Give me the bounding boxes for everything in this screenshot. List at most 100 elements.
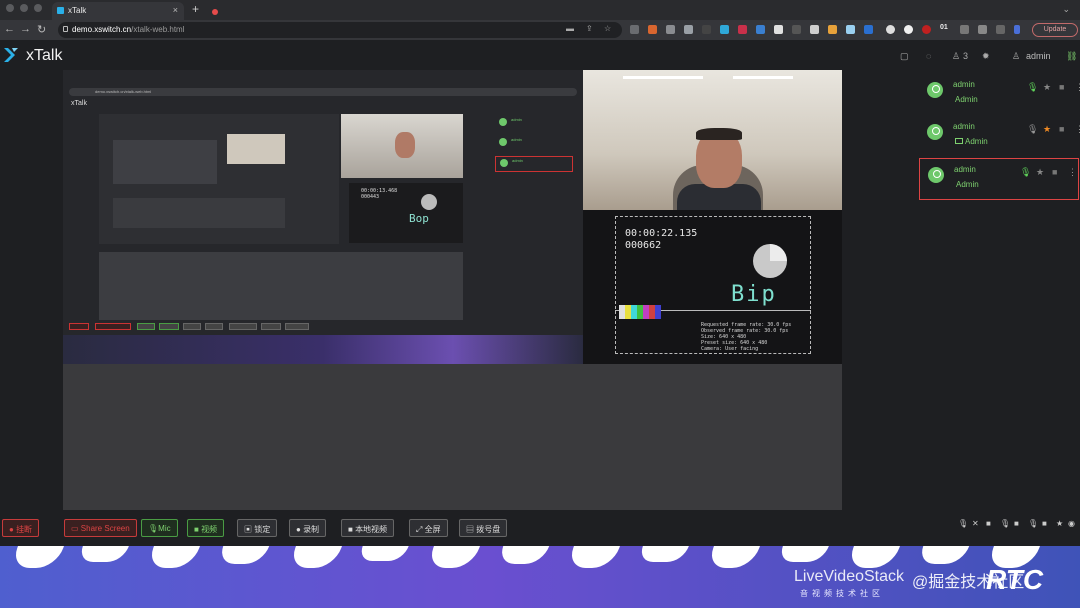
layout-icon[interactable]: ▢: [900, 51, 909, 62]
screenshot-icon[interactable]: ◉: [1068, 519, 1075, 528]
star-icon[interactable]: ★: [1036, 167, 1044, 178]
link-icon[interactable]: ⛓: [1066, 51, 1077, 62]
extension-icon[interactable]: [774, 25, 783, 34]
url-host: demo.xswitch.cn: [72, 25, 132, 34]
mic-icon[interactable]: 🎙︎: [1020, 167, 1031, 178]
video-off-icon[interactable]: ■: [1014, 519, 1019, 528]
extension-icon[interactable]: [960, 25, 969, 34]
mic-button[interactable]: 🎙︎Mic: [141, 519, 178, 537]
lock-button[interactable]: ▣ 锁定: [237, 519, 278, 537]
more-menu-icon[interactable]: ⋮: [1075, 124, 1080, 135]
share-icon[interactable]: ⇪: [586, 24, 593, 33]
profile-icon[interactable]: [1014, 25, 1020, 34]
video-stage: demo.xswitch.cn/xtalk-web.html xTalk 00:…: [63, 70, 842, 510]
fullscreen-button[interactable]: ⤢ 全屏: [409, 519, 448, 537]
chat-icon[interactable]: ◌: [926, 51, 931, 61]
star-icon[interactable]: ★: [1056, 519, 1063, 528]
browser-tab-bar: xTalk × + ⌄: [0, 0, 1080, 20]
banner-drip: [77, 546, 129, 562]
extension-icon[interactable]: [792, 25, 801, 34]
nested-logo: xTalk: [71, 100, 87, 107]
tab-list-chevron-icon[interactable]: ⌄: [1062, 4, 1070, 15]
banner-drip: [637, 546, 689, 562]
nested-face: [395, 132, 415, 158]
settings-icon[interactable]: ✹: [982, 51, 990, 62]
banner-drip: [777, 546, 829, 562]
extension-icon[interactable]: [630, 25, 639, 34]
mic-icon[interactable]: 🎙︎: [1028, 519, 1038, 528]
extension-icon[interactable]: [922, 25, 931, 34]
lock-icon: ▣: [244, 525, 255, 534]
sidebar-icon[interactable]: [996, 25, 1005, 34]
extension-icon[interactable]: [864, 25, 873, 34]
record-button[interactable]: ● 录制: [289, 519, 327, 537]
extension-icon[interactable]: [756, 25, 765, 34]
banner-drip: [496, 546, 550, 564]
recording-indicator-icon: [212, 9, 218, 15]
extension-icon[interactable]: [810, 25, 819, 34]
mic-muted-icon[interactable]: ✕: [972, 519, 979, 528]
browser-tab[interactable]: xTalk ×: [52, 2, 218, 20]
video-camera-icon[interactable]: ■: [1059, 82, 1064, 92]
brand-subtitle: 音视频技术社区: [800, 589, 884, 598]
participant-card[interactable]: admin Admin 🎙︎ ★ ■ ⋮: [919, 74, 1080, 116]
test-card-video[interactable]: 00:00:22.135 000662 Bip Requested frame …: [583, 210, 842, 364]
mic-icon[interactable]: 🎙︎: [958, 519, 968, 528]
new-tab-button[interactable]: +: [192, 2, 199, 16]
participant-list: admin Admin 🎙︎ ★ ■ ⋮ admin Admin 🎙︎ ★ ■ …: [912, 70, 1080, 510]
avatar: [927, 82, 943, 98]
tab-close-icon[interactable]: ×: [173, 5, 178, 15]
video-camera-icon[interactable]: ■: [1052, 167, 1057, 177]
participants-icon[interactable]: ♙: [952, 51, 960, 62]
avatar: [927, 124, 943, 140]
participant-card-selected[interactable]: admin Admin 🎙︎ ★ ■ ⋮: [919, 158, 1079, 200]
video-camera-icon[interactable]: ■: [1042, 519, 1047, 528]
extension-icon[interactable]: [648, 25, 657, 34]
test-card-word: Bip: [731, 282, 777, 307]
extension-icon[interactable]: [684, 25, 693, 34]
brand-watermark: LiveVideoStack: [794, 568, 904, 585]
bookmark-star-icon[interactable]: ☆: [604, 24, 611, 33]
back-arrow-icon[interactable]: ←: [4, 23, 15, 35]
star-icon[interactable]: ★: [1043, 82, 1051, 93]
extension-icon[interactable]: [738, 25, 747, 34]
more-menu-icon[interactable]: ⋮: [1068, 167, 1077, 178]
url-field[interactable]: demo.xswitch.cn/xtalk-web.html ▬ ⇪ ☆: [58, 22, 622, 38]
screen-icon: ▭: [71, 524, 81, 533]
video-button[interactable]: ■ 视频: [187, 519, 225, 537]
camera-video[interactable]: [583, 70, 842, 210]
extension-icon[interactable]: [846, 25, 855, 34]
app-title: xTalk: [26, 47, 63, 64]
shared-screen-video[interactable]: demo.xswitch.cn/xtalk-web.html xTalk 00:…: [63, 70, 583, 364]
extension-icon[interactable]: [720, 25, 729, 34]
window-controls[interactable]: [6, 4, 42, 12]
mic-icon[interactable]: 🎙︎: [1027, 124, 1038, 135]
user-icon[interactable]: ♙: [1012, 51, 1020, 62]
extension-badge[interactable]: 01: [940, 24, 948, 31]
extension-icon[interactable]: [828, 25, 837, 34]
dialpad-button[interactable]: ▤ 拨号盘: [459, 519, 508, 537]
video-camera-icon[interactable]: ■: [1059, 124, 1064, 134]
participant-card[interactable]: admin Admin 🎙︎ ★ ■ ⋮: [919, 116, 1080, 158]
nested-screen-thumb: [113, 140, 217, 184]
star-icon[interactable]: ★: [1043, 124, 1051, 135]
extension-icon[interactable]: [666, 25, 675, 34]
more-menu-icon[interactable]: ⋮: [1075, 82, 1080, 93]
mic-icon[interactable]: 🎙︎: [1000, 519, 1010, 528]
extension-icon[interactable]: [904, 25, 913, 34]
mic-icon[interactable]: 🎙︎: [1027, 82, 1038, 93]
reload-icon[interactable]: ↻: [37, 23, 46, 36]
current-user-name[interactable]: admin: [1026, 51, 1051, 61]
hangup-button[interactable]: ● 挂断: [2, 519, 40, 537]
browser-update-button[interactable]: Update: [1032, 23, 1078, 37]
forward-arrow-icon[interactable]: →: [20, 23, 31, 35]
share-screen-button[interactable]: ▭ Share Screen: [64, 519, 137, 537]
browser-address-bar: ← → ↻ demo.xswitch.cn/xtalk-web.html ▬ ⇪…: [0, 20, 1080, 40]
local-video-button[interactable]: ■ 本地视频: [341, 519, 395, 537]
extension-icon[interactable]: [702, 25, 711, 34]
video-camera-icon[interactable]: ■: [986, 519, 991, 528]
nested-control-row: [69, 323, 577, 331]
puzzle-icon[interactable]: [978, 25, 987, 34]
extension-icon[interactable]: [886, 25, 895, 34]
camera-indicator-icon[interactable]: ▬: [566, 24, 574, 33]
